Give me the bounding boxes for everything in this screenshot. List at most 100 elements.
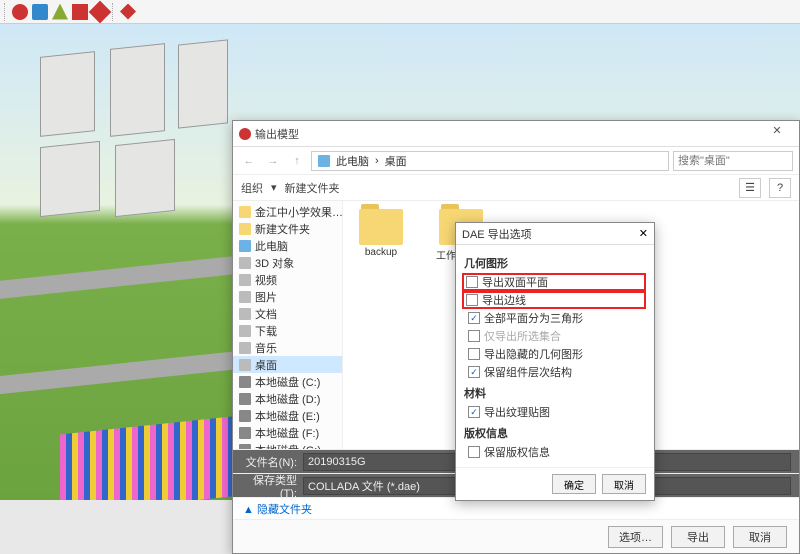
tree-item[interactable]: 新建文件夹: [233, 220, 342, 237]
filetype-label: 保存类型(T):: [241, 472, 297, 500]
toolbar-separator: [112, 3, 116, 21]
crumb-seg[interactable]: 桌面: [385, 153, 407, 169]
folder-icon: [239, 223, 251, 235]
checkbox-row: 仅导出所选集合: [464, 327, 646, 345]
tree-item-label: 本地磁盘 (D:): [255, 391, 320, 407]
checkbox-row[interactable]: 导出隐藏的几何图形: [464, 345, 646, 363]
tool-icon-6[interactable]: [120, 4, 136, 20]
back-icon[interactable]: ←: [239, 151, 259, 171]
drive-icon: [239, 427, 251, 439]
tree-item[interactable]: 视频: [233, 271, 342, 288]
ok-button[interactable]: 确定: [552, 474, 596, 494]
tool-icon-2[interactable]: [32, 4, 48, 20]
box-icon: [239, 274, 251, 286]
file-label: backup: [365, 247, 397, 258]
checkbox-row[interactable]: 导出边线: [462, 291, 646, 309]
checkbox-row[interactable]: ✓ 导出纹理贴图: [464, 403, 646, 421]
tool-icon-4[interactable]: [72, 4, 88, 20]
dialog-title: 输出模型: [255, 126, 761, 142]
tool-icon-3[interactable]: [52, 4, 68, 20]
tree-item[interactable]: 下载: [233, 322, 342, 339]
dialog-titlebar[interactable]: 输出模型 ✕: [233, 121, 799, 147]
tree-item[interactable]: 音乐: [233, 339, 342, 356]
checkbox-label: 保留组件层次结构: [484, 364, 572, 380]
group-heading: 几何图形: [464, 255, 646, 271]
crumb-sep: ›: [375, 155, 379, 167]
forward-icon[interactable]: →: [263, 151, 283, 171]
app-icon: [239, 128, 251, 140]
tree-item[interactable]: 金江中小学效果…: [233, 203, 342, 220]
checkbox-label: 导出双面平面: [482, 274, 548, 290]
checkbox-label: 全部平面分为三角形: [484, 310, 583, 326]
close-icon[interactable]: ✕: [761, 124, 793, 144]
tree-item-label: 下载: [255, 323, 277, 339]
tree-item[interactable]: 桌面: [233, 356, 342, 373]
options-button[interactable]: 选项…: [608, 526, 663, 548]
box-icon: [239, 257, 251, 269]
filename-label: 文件名(N):: [241, 454, 297, 470]
box-icon: [239, 308, 251, 320]
checkbox-label: 导出边线: [482, 292, 526, 308]
tree-item[interactable]: 图片: [233, 288, 342, 305]
checkbox[interactable]: ✓: [468, 312, 480, 324]
organize-button[interactable]: 组织: [241, 180, 263, 196]
pc-icon: [239, 240, 251, 252]
box-icon: [239, 325, 251, 337]
tree-item-label: 此电脑: [255, 238, 288, 254]
tree-item-label: 本地磁盘 (C:): [255, 374, 320, 390]
checkbox[interactable]: ✓: [468, 366, 480, 378]
dae-options-dialog: DAE 导出选项 ✕ 几何图形导出双面平面导出边线✓全部平面分为三角形仅导出所选…: [455, 222, 655, 501]
up-icon[interactable]: ↑: [287, 151, 307, 171]
dialog-buttons: 选项… 导出 取消: [233, 519, 799, 553]
options-titlebar[interactable]: DAE 导出选项 ✕: [456, 223, 654, 245]
app-toolbar: [0, 0, 800, 24]
tool-icon-1[interactable]: [12, 4, 28, 20]
tree-item[interactable]: 本地磁盘 (E:): [233, 407, 342, 424]
dialog-toolbar: 组织 ▾ 新建文件夹 ☰ ?: [233, 175, 799, 201]
box-icon: [239, 291, 251, 303]
cancel-button[interactable]: 取消: [602, 474, 646, 494]
tree-item[interactable]: 3D 对象: [233, 254, 342, 271]
breadcrumb[interactable]: 此电脑 › 桌面: [311, 151, 669, 171]
checkbox-label: 导出纹理贴图: [484, 404, 550, 420]
checkbox-row[interactable]: 保留版权信息: [464, 443, 646, 461]
checkbox-label: 导出隐藏的几何图形: [484, 346, 583, 362]
tree-item[interactable]: 本地磁盘 (C:): [233, 373, 342, 390]
tree-item[interactable]: 此电脑: [233, 237, 342, 254]
tree-item[interactable]: 本地磁盘 (F:): [233, 424, 342, 441]
box-icon: [239, 359, 251, 371]
group-heading: 材料: [464, 385, 646, 401]
view-mode-button[interactable]: ☰: [739, 178, 761, 198]
crumb-seg[interactable]: 此电脑: [336, 153, 369, 169]
close-icon[interactable]: ✕: [639, 227, 648, 240]
help-icon[interactable]: ?: [769, 178, 791, 198]
new-folder-button[interactable]: 新建文件夹: [285, 180, 340, 196]
checkbox-label: 保留版权信息: [484, 444, 550, 460]
file-item[interactable]: backup: [351, 209, 411, 258]
drive-icon: [239, 393, 251, 405]
search-input[interactable]: [673, 151, 793, 171]
checkbox[interactable]: [466, 276, 478, 288]
checkbox-row[interactable]: ✓ 全部平面分为三角形: [464, 309, 646, 327]
tool-icon-5[interactable]: [89, 0, 112, 23]
chevron-down-icon[interactable]: ▾: [271, 181, 277, 194]
checkbox[interactable]: [468, 446, 480, 458]
tree-item[interactable]: 文档: [233, 305, 342, 322]
export-button[interactable]: 导出: [671, 526, 725, 548]
folder-tree[interactable]: 金江中小学效果…新建文件夹此电脑3D 对象视频图片文档下载音乐桌面本地磁盘 (C…: [233, 201, 343, 449]
checkbox[interactable]: [468, 348, 480, 360]
checkbox-row[interactable]: 导出双面平面: [462, 273, 646, 291]
tree-item[interactable]: 本地磁盘 (G:): [233, 441, 342, 449]
tree-item-label: 图片: [255, 289, 277, 305]
checkbox-row[interactable]: ✓ 保留组件层次结构: [464, 363, 646, 381]
tree-item[interactable]: 本地磁盘 (D:): [233, 390, 342, 407]
tree-item-label: 3D 对象: [255, 255, 294, 271]
cancel-button[interactable]: 取消: [733, 526, 787, 548]
tree-item-label: 视频: [255, 272, 277, 288]
checkbox[interactable]: ✓: [468, 406, 480, 418]
group-heading: 版权信息: [464, 425, 646, 441]
checkbox[interactable]: [466, 294, 478, 306]
tree-item-label: 新建文件夹: [255, 221, 310, 237]
options-title: DAE 导出选项: [462, 226, 639, 242]
options-body: 几何图形导出双面平面导出边线✓全部平面分为三角形仅导出所选集合导出隐藏的几何图形…: [456, 245, 654, 467]
